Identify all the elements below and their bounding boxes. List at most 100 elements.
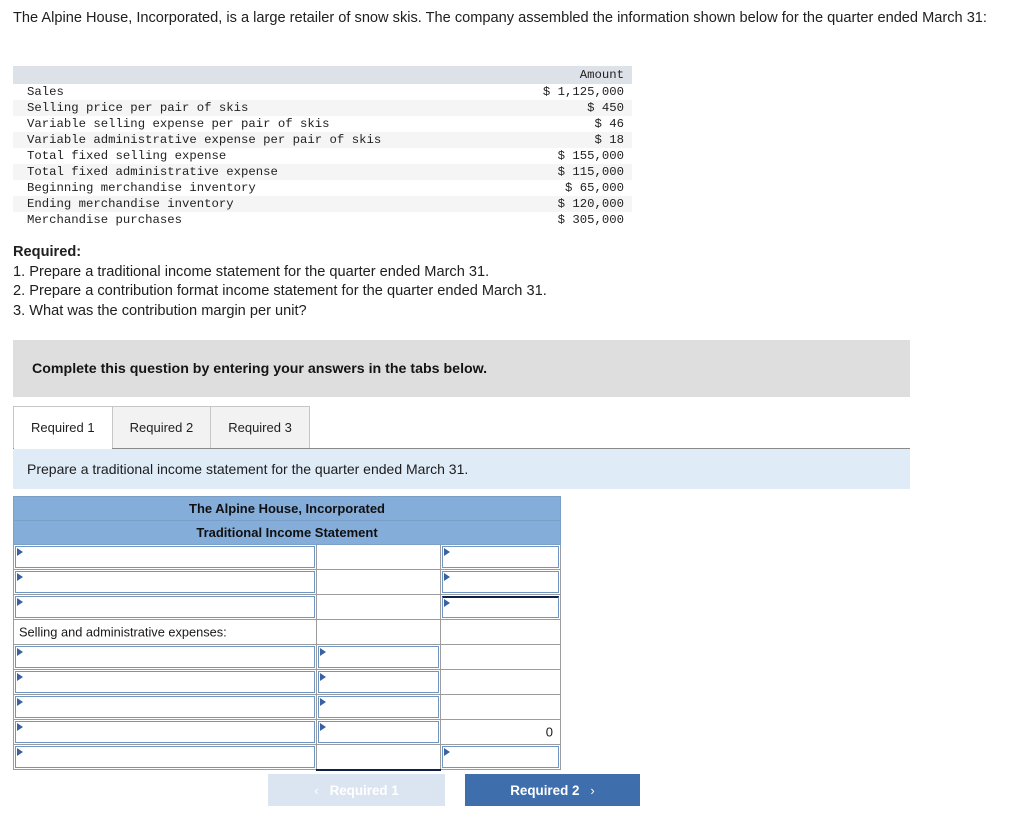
required-block: Required: 1. Prepare a traditional incom… xyxy=(13,243,547,321)
complete-question-banner-text: Complete this question by entering your … xyxy=(32,360,488,377)
income-statement-grid: The Alpine House, Incorporated Tradition… xyxy=(12,496,562,771)
facts-row-amount: $ 305,000 xyxy=(557,213,624,227)
editable-cell[interactable] xyxy=(15,746,315,768)
sheet-row xyxy=(13,569,562,595)
sheet-cell-amount-total[interactable] xyxy=(439,569,562,595)
table-row: Sales $ 1,125,000 xyxy=(13,84,632,100)
facts-row-amount: $ 115,000 xyxy=(557,165,624,179)
sheet-cell-amount-sub-readonly xyxy=(316,744,441,771)
sheet-cell-amount-sub[interactable] xyxy=(316,669,441,695)
table-row: Total fixed selling expense $ 155,000 xyxy=(13,148,632,164)
next-required-label: Required 2 xyxy=(510,782,580,798)
editable-cell[interactable] xyxy=(15,596,315,618)
facts-row-amount: $ 65,000 xyxy=(564,181,624,195)
sheet-row: 0 xyxy=(13,719,562,745)
editable-cell[interactable] xyxy=(442,746,560,768)
facts-row-amount: $ 18 xyxy=(594,133,624,147)
sheet-cell-account-name[interactable] xyxy=(13,544,317,570)
facts-header-row: Amount xyxy=(13,66,632,84)
facts-row-label: Variable selling expense per pair of ski… xyxy=(27,117,330,131)
prev-required-label: Required 1 xyxy=(329,782,399,798)
tab-required-3[interactable]: Required 3 xyxy=(210,406,310,448)
chevron-right-icon: › xyxy=(590,782,595,798)
sheet-cell-amount-sub[interactable] xyxy=(316,719,441,745)
sheet-row xyxy=(13,644,562,670)
table-row: Variable selling expense per pair of ski… xyxy=(13,116,632,132)
sheet-row xyxy=(13,669,562,695)
sheet-cell-amount-total[interactable] xyxy=(439,744,562,770)
sheet-cell-amount-sub-readonly xyxy=(316,619,441,645)
editable-cell[interactable] xyxy=(15,646,315,668)
navigation-buttons: ‹ Required 1 Required 2 › xyxy=(268,774,640,806)
sheet-cell-account-name[interactable] xyxy=(13,644,317,670)
sheet-cell-amount-total-readonly: 0 xyxy=(439,719,562,745)
sheet-cell-amount-sub-readonly xyxy=(316,544,441,570)
next-required-button[interactable]: Required 2 › xyxy=(465,774,640,806)
sheet-row xyxy=(13,544,562,570)
required-item-2: 2. Prepare a contribution format income … xyxy=(13,283,547,299)
cell-text: Selling and administrative expenses: xyxy=(19,624,227,640)
tab-label: Required 3 xyxy=(228,420,292,435)
editable-cell[interactable] xyxy=(318,721,439,743)
sheet-cell-account-name[interactable] xyxy=(13,669,317,695)
sheet-title-row-2: Traditional Income Statement xyxy=(12,520,562,545)
table-row: Variable administrative expense per pair… xyxy=(13,132,632,148)
facts-row-amount: $ 450 xyxy=(587,101,624,115)
editable-cell[interactable] xyxy=(318,696,439,718)
table-row: Total fixed administrative expense $ 115,… xyxy=(13,164,632,180)
editable-cell[interactable] xyxy=(318,646,439,668)
tab-label: Required 1 xyxy=(31,420,95,435)
tab-required-2[interactable]: Required 2 xyxy=(111,406,212,448)
tab-label: Required 2 xyxy=(129,420,194,435)
instruction-text: Prepare a traditional income statement f… xyxy=(27,461,469,477)
facts-row-label: Merchandise purchases xyxy=(27,213,182,227)
sheet-cell-amount-total-readonly xyxy=(439,694,562,720)
facts-row-label: Selling price per pair of skis xyxy=(27,101,249,115)
sheet-cell-account-name[interactable] xyxy=(13,744,317,770)
tab-required-1[interactable]: Required 1 xyxy=(13,406,113,449)
table-row: Merchandise purchases $ 305,000 xyxy=(13,212,632,228)
facts-header-label xyxy=(13,66,512,84)
editable-cell[interactable] xyxy=(442,571,560,593)
complete-question-banner: Complete this question by entering your … xyxy=(13,340,910,397)
sheet-cell-amount-total-readonly xyxy=(439,644,562,670)
sheet-cell-amount-total-readonly xyxy=(439,619,562,645)
facts-row-amount: $ 120,000 xyxy=(557,197,624,211)
sheet-cell-amount-sub[interactable] xyxy=(316,694,441,720)
editable-cell[interactable] xyxy=(442,596,560,618)
instruction-bar: Prepare a traditional income statement f… xyxy=(13,449,910,489)
sheet-row xyxy=(13,744,562,771)
sheet-cell-amount-total[interactable] xyxy=(439,594,562,620)
required-item-1: 1. Prepare a traditional income statemen… xyxy=(13,263,490,280)
sheet-statement-title: Traditional Income Statement xyxy=(12,520,562,545)
facts-row-amount: $ 1,125,000 xyxy=(542,85,624,99)
sheet-row xyxy=(13,594,562,620)
editable-cell[interactable] xyxy=(15,721,315,743)
facts-row-amount: $ 46 xyxy=(594,117,624,131)
facts-table-head: Amount xyxy=(13,66,632,84)
facts-header-amount: Amount xyxy=(511,66,632,84)
sheet-cell-amount-total[interactable] xyxy=(439,544,562,570)
sheet-cell-account-name[interactable] xyxy=(13,719,317,745)
editable-cell[interactable] xyxy=(442,546,560,568)
editable-cell[interactable] xyxy=(15,546,315,568)
prev-required-button[interactable]: ‹ Required 1 xyxy=(268,774,445,806)
editable-cell[interactable] xyxy=(15,696,315,718)
facts-table-body: Sales $ 1,125,000 Selling price per pair o… xyxy=(13,84,632,228)
chevron-left-icon: ‹ xyxy=(314,782,319,798)
editable-cell[interactable] xyxy=(15,571,315,593)
facts-row-label: Total fixed selling expense xyxy=(27,149,227,163)
facts-row-label: Ending merchandise inventory xyxy=(27,197,234,211)
facts-row-label: Variable administrative expense per pair… xyxy=(27,133,382,147)
sheet-cell-account-name[interactable] xyxy=(13,569,317,595)
facts-table: Amount Sales $ 1,125,000 Selling price per… xyxy=(13,66,632,228)
sheet-cell-account-name[interactable] xyxy=(13,594,317,620)
sheet-cell-static-label: Selling and administrative expenses: xyxy=(13,619,317,645)
sheet-body: Selling and administrative expenses: 0 xyxy=(13,544,562,771)
editable-cell[interactable] xyxy=(15,671,315,693)
sheet-cell-amount-sub[interactable] xyxy=(316,644,441,670)
sheet-cell-account-name[interactable] xyxy=(13,694,317,720)
editable-cell[interactable] xyxy=(318,671,439,693)
required-tabs: Required 1 Required 2 Required 3 xyxy=(13,406,910,449)
facts-row-label: Total fixed administrative expense xyxy=(27,165,278,179)
